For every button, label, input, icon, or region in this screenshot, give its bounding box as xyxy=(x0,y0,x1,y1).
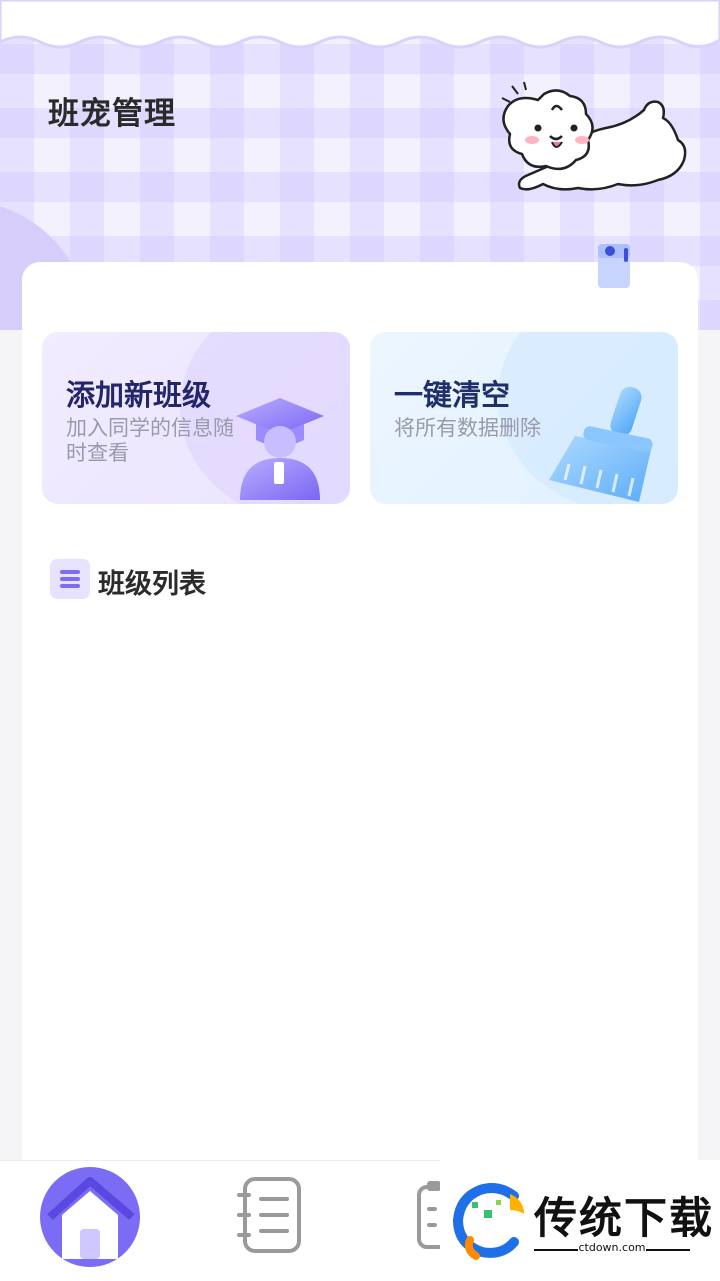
watermark: 传统下载 ctdown.com xyxy=(440,1160,720,1280)
broom-icon xyxy=(549,386,653,502)
status-indicators: ◆ 4 ▮ xyxy=(616,10,674,35)
graduate-icon xyxy=(236,398,324,500)
class-list-title: 班级列表 xyxy=(98,569,206,600)
watermark-brand: 传统下载 xyxy=(534,1194,714,1244)
binder-clip-icon xyxy=(598,244,630,288)
home-icon[interactable] xyxy=(40,1167,140,1267)
status-bar: 11:03 ◆ 4 ▮ xyxy=(0,0,720,44)
dog-mascot-icon xyxy=(501,81,687,191)
watermark-domain: ctdown.com xyxy=(578,1241,646,1254)
add-class-description: 加入同学的信息随时查看 xyxy=(66,416,234,465)
add-class-card[interactable]: 添加新班级 加入同学的信息随时查看 xyxy=(42,332,350,504)
clear-all-title: 一键清空 xyxy=(394,378,511,412)
watermark-divider xyxy=(646,1249,690,1251)
page-title: 班宠管理 xyxy=(48,96,176,132)
add-class-title: 添加新班级 xyxy=(66,378,212,412)
clear-all-card[interactable]: 一键清空 将所有数据删除 xyxy=(370,332,678,504)
watermark-logo-icon xyxy=(452,1183,524,1260)
status-time: 11:03 xyxy=(18,10,82,35)
list-icon xyxy=(50,559,90,599)
notebook-icon[interactable] xyxy=(235,1175,305,1255)
